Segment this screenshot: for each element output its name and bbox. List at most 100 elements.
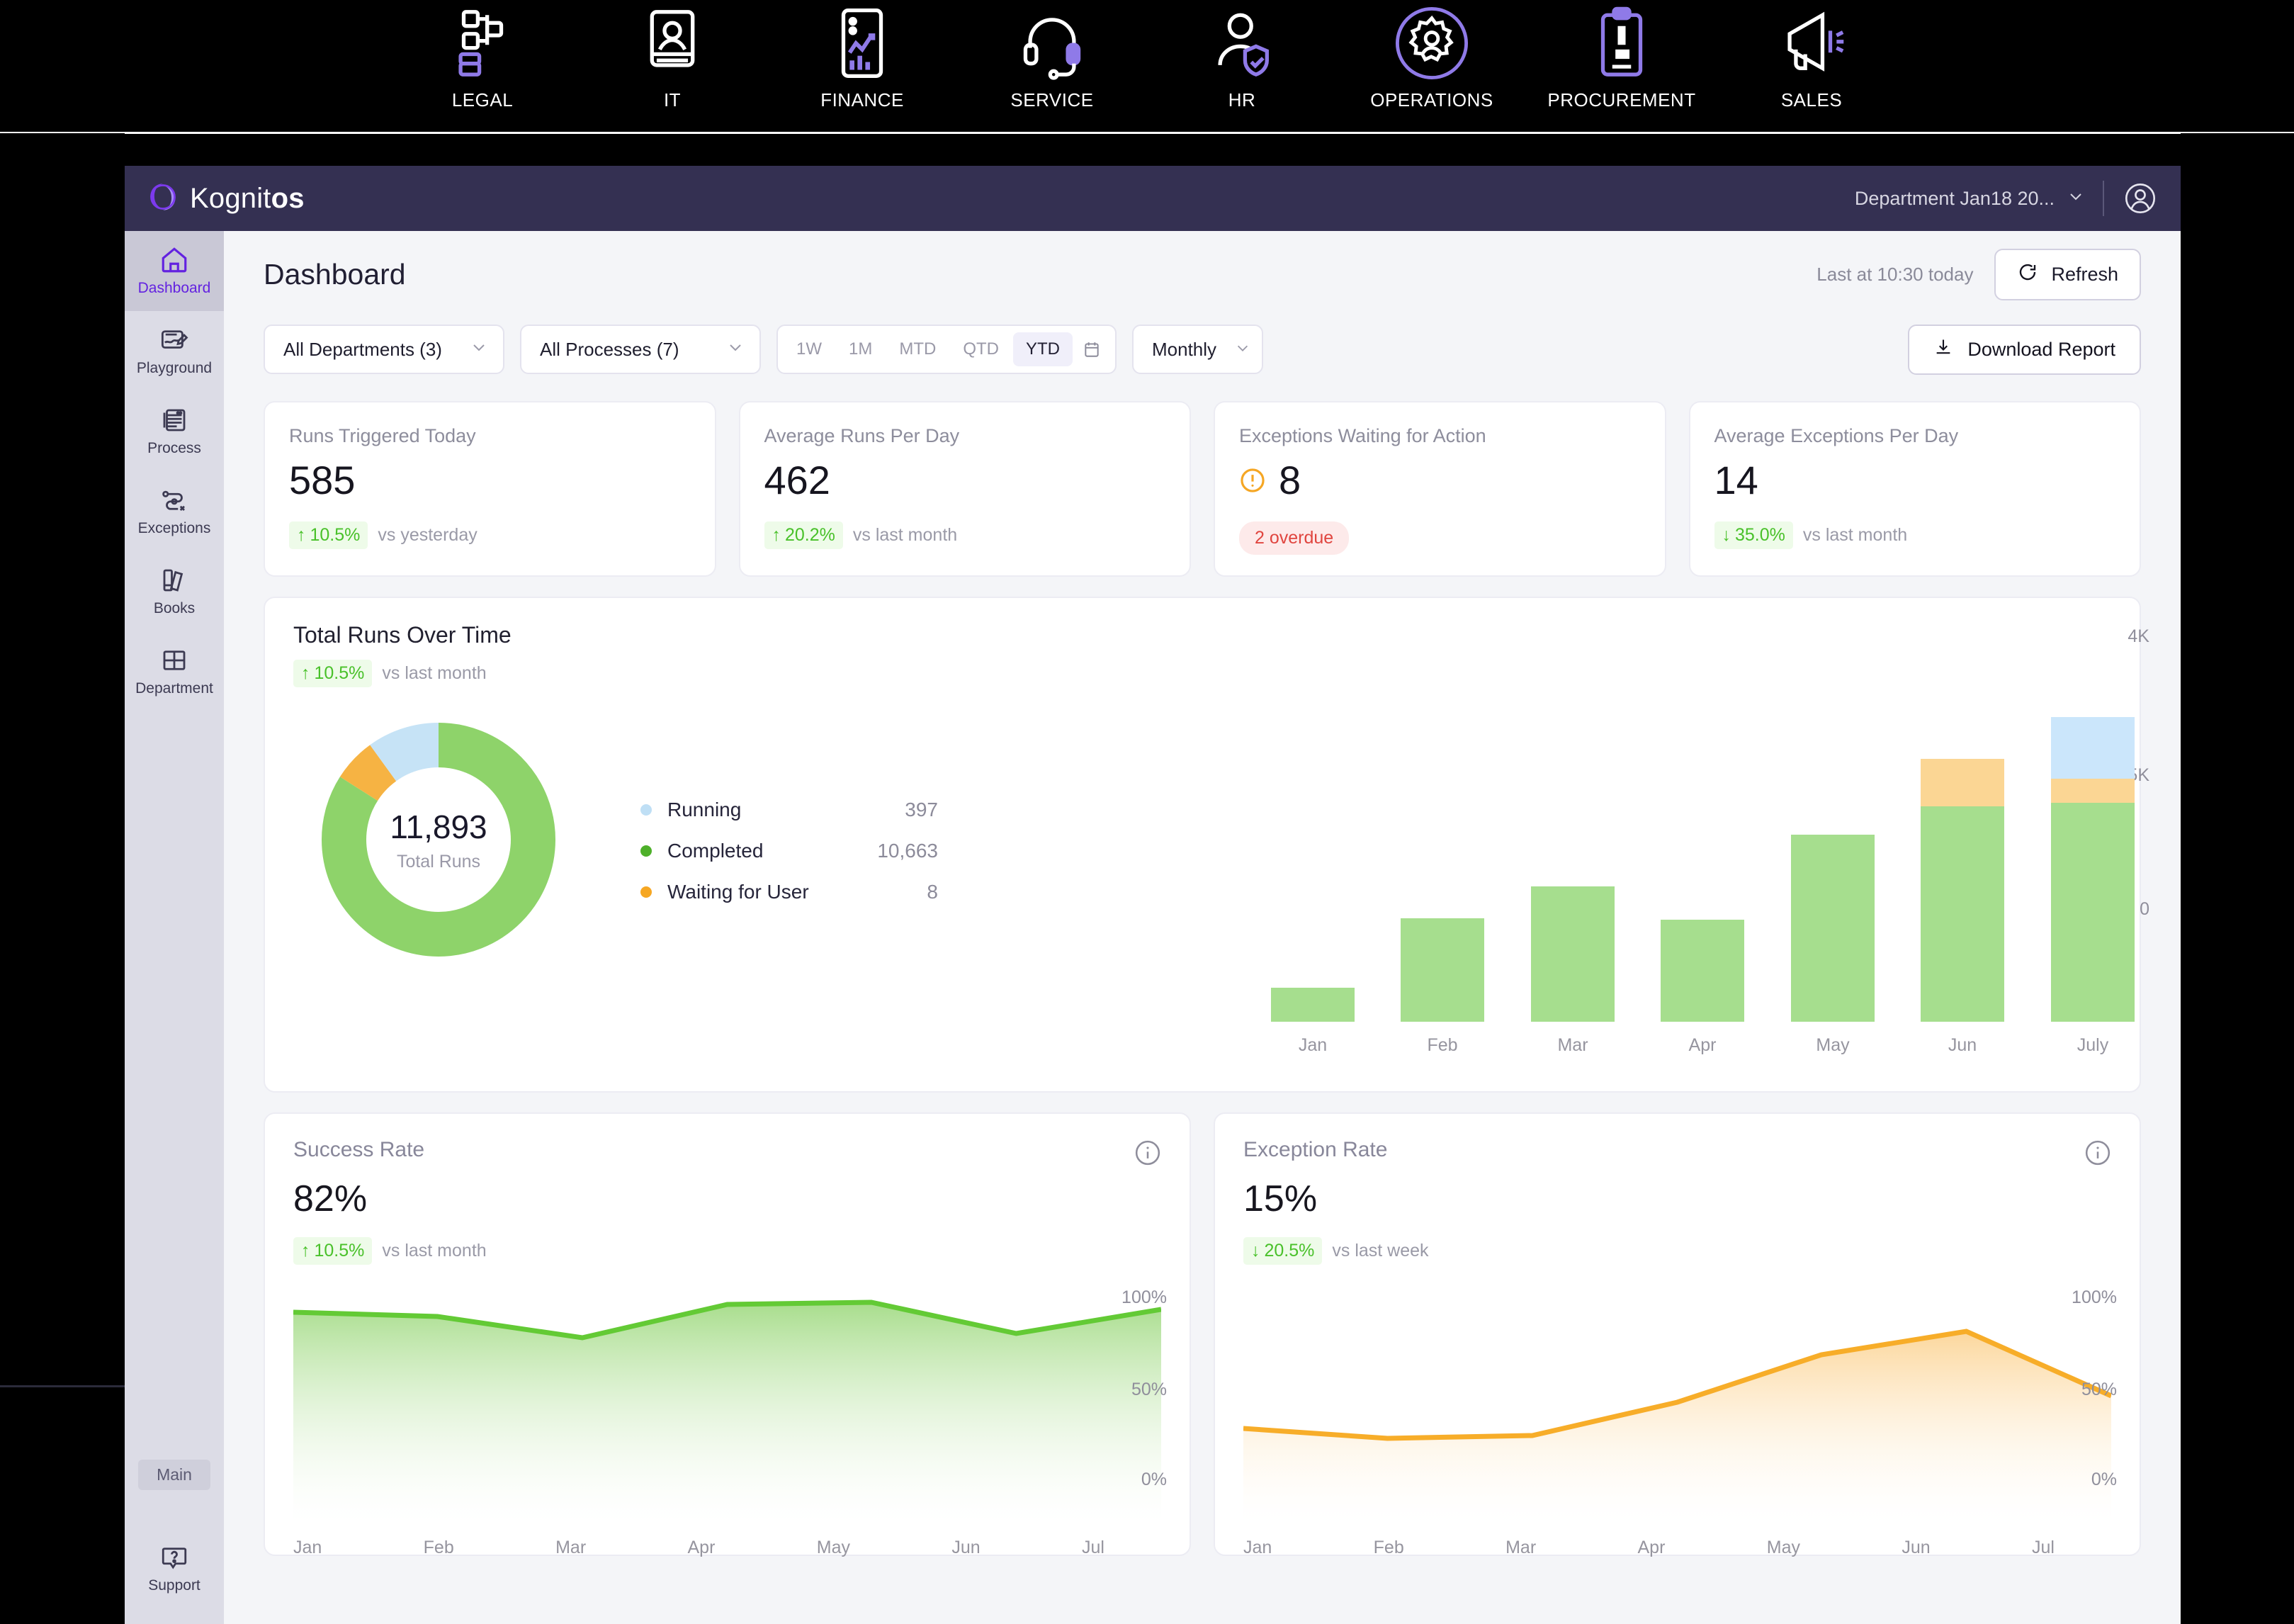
- card-delta-note: vs last month: [382, 1241, 487, 1261]
- sidebar-item-books[interactable]: Books: [125, 551, 224, 631]
- sidebar-item-exceptions[interactable]: Exceptions: [125, 471, 224, 551]
- exception-rate-area-chart: [1243, 1298, 2111, 1532]
- granularity-dropdown-value: Monthly: [1152, 338, 1217, 360]
- kpi-card-runs-triggered-today: Runs Triggered Today 585 ↑ 10.5% vs yest…: [264, 401, 716, 577]
- sidebar-item-department[interactable]: Department: [125, 631, 224, 711]
- bar-label-apr: Apr: [1688, 1035, 1717, 1055]
- sidebar: Dashboard Playground Process Exceptions …: [125, 231, 224, 1624]
- arrow-down-icon: ↓: [1251, 1241, 1260, 1261]
- refresh-label: Refresh: [2051, 263, 2118, 285]
- chevron-down-icon: [1216, 339, 1250, 361]
- bar-segment-waiting: [1921, 759, 2004, 806]
- departments-dropdown[interactable]: All Departments (3): [264, 325, 504, 374]
- exception-rate-card: Exception Rate 15% ↓ 20.5% vs last week: [1214, 1112, 2141, 1557]
- success-y-label-50: 50%: [1131, 1380, 1167, 1399]
- card-title: Exception Rate: [1243, 1138, 1388, 1161]
- strip-label: HR: [1228, 89, 1256, 111]
- time-range-group: 1W 1M MTD QTD YTD: [776, 325, 1117, 374]
- strip-item-sales[interactable]: SALES: [1717, 0, 1906, 111]
- kpi-delta-chip: ↑ 10.5%: [289, 521, 368, 549]
- strip-item-legal[interactable]: LEGAL: [388, 0, 577, 111]
- legend-label: Running: [667, 799, 742, 821]
- card-delta-note: vs last month: [382, 663, 487, 683]
- calendar-icon[interactable]: [1074, 334, 1109, 364]
- user-circle-icon[interactable]: [2124, 182, 2157, 215]
- range-button-1w[interactable]: 1W: [784, 332, 835, 366]
- range-button-1m[interactable]: 1M: [836, 332, 885, 366]
- sidebar-item-process[interactable]: Process: [125, 391, 224, 471]
- legend-value: 397: [905, 799, 938, 821]
- x-label: Apr: [1637, 1538, 1666, 1557]
- card-value: 15%: [1243, 1178, 1318, 1219]
- success-rate-area-chart: [293, 1298, 1161, 1532]
- x-label: Feb: [423, 1538, 454, 1557]
- total-runs-over-time-card: Total Runs Over Time ↑ 10.5% vs last mon…: [264, 597, 2149, 1093]
- sidebar-item-support[interactable]: Support: [125, 1528, 224, 1608]
- chevron-down-icon: [452, 339, 487, 361]
- range-button-ytd[interactable]: YTD: [1013, 332, 1073, 366]
- strip-item-hr[interactable]: HR: [1147, 0, 1337, 111]
- legend-label: Waiting for User: [667, 881, 809, 903]
- kpi-delta-value: 20.2%: [785, 525, 835, 545]
- page-title: Dashboard: [264, 257, 406, 291]
- runs-donut-chart: 11,893 Total Runs: [322, 723, 555, 957]
- donut-total-value: 11,893: [390, 808, 487, 845]
- chevron-down-icon: [708, 339, 744, 361]
- sidebar-item-dashboard[interactable]: Dashboard: [125, 231, 224, 311]
- range-button-mtd[interactable]: MTD: [886, 332, 949, 366]
- legend-dot: [640, 845, 652, 857]
- departments-dropdown-value: All Departments (3): [283, 338, 442, 360]
- sidebar-item-label: Books: [153, 600, 196, 616]
- grid-icon: [163, 650, 186, 670]
- legend-value: 10,663: [877, 840, 938, 862]
- strip-item-finance[interactable]: FINANCE: [767, 0, 957, 111]
- info-icon[interactable]: [1134, 1139, 1161, 1170]
- bar-column-apr: [1661, 920, 1744, 1022]
- strip-item-procurement[interactable]: PROCUREMENT: [1527, 0, 1717, 111]
- range-button-qtd[interactable]: QTD: [950, 332, 1012, 366]
- sidebar-item-label: Dashboard: [137, 280, 211, 296]
- card-delta-note: vs last week: [1332, 1241, 1429, 1261]
- x-label: Mar: [1505, 1538, 1537, 1557]
- card-delta-chip: ↑ 10.5%: [293, 1237, 373, 1265]
- kpi-delta-chip: ↓ 35.0%: [1714, 521, 1793, 549]
- bar-segment-completed: [1921, 806, 2004, 1022]
- kpi-delta-note: vs last month: [1802, 525, 1908, 545]
- department-selector[interactable]: Department Jan18 20...: [1855, 188, 2103, 210]
- screen-bezel-left-lower: [0, 1346, 125, 1383]
- screen-bezel-left: [0, 133, 125, 1346]
- download-report-button[interactable]: Download Report: [1908, 324, 2141, 375]
- books-icon: [163, 569, 183, 592]
- success-x-axis: Jan Feb Mar Apr May Jun Jul: [293, 1538, 1104, 1558]
- header-right: Department Jan18 20...: [1855, 166, 2181, 231]
- arrow-up-icon: ↑: [772, 525, 781, 545]
- strip-item-operations[interactable]: OPERATIONS: [1337, 0, 1527, 111]
- page-header: Dashboard Last at 10:30 today Refresh: [224, 231, 2181, 317]
- card-footer: ↓ 20.5% vs last week: [1243, 1237, 2111, 1265]
- x-label: Jan: [1243, 1538, 1272, 1557]
- kpi-title: Average Runs Per Day: [764, 425, 960, 446]
- kpi-row: Runs Triggered Today 585 ↑ 10.5% vs yest…: [224, 381, 2181, 577]
- x-label: Jul: [1081, 1538, 1104, 1557]
- strip-item-it[interactable]: IT: [577, 0, 767, 111]
- bar-segment-waiting: [2051, 779, 2135, 803]
- notepad-pencil-icon: [161, 330, 188, 349]
- alert-circle-icon: [1239, 457, 1266, 503]
- granularity-dropdown[interactable]: Monthly: [1132, 325, 1263, 374]
- kpi-value: 462: [764, 458, 830, 502]
- card-delta-chip: ↑ 10.5%: [293, 660, 373, 687]
- sidebar-item-label: Playground: [136, 360, 213, 376]
- sidebar-main-chip[interactable]: Main: [138, 1460, 210, 1490]
- brand[interactable]: Kognitos: [147, 181, 305, 216]
- kpi-footer: ↑ 20.2% vs last month: [764, 521, 1166, 549]
- kpi-delta-value: 35.0%: [1735, 525, 1785, 545]
- strip-item-service[interactable]: SERVICE: [957, 0, 1147, 111]
- info-icon[interactable]: [2084, 1139, 2111, 1170]
- bar-column-mar: [1531, 886, 1615, 1022]
- processes-dropdown[interactable]: All Processes (7): [520, 325, 761, 374]
- donut-total-label: Total Runs: [396, 851, 481, 872]
- kpi-card-exceptions-waiting-for-action: Exceptions Waiting for Action 8 2 overdu…: [1214, 401, 1666, 577]
- refresh-button[interactable]: Refresh: [1994, 248, 2141, 300]
- sidebar-item-playground[interactable]: Playground: [125, 311, 224, 391]
- exception-y-label-100: 100%: [2072, 1287, 2117, 1307]
